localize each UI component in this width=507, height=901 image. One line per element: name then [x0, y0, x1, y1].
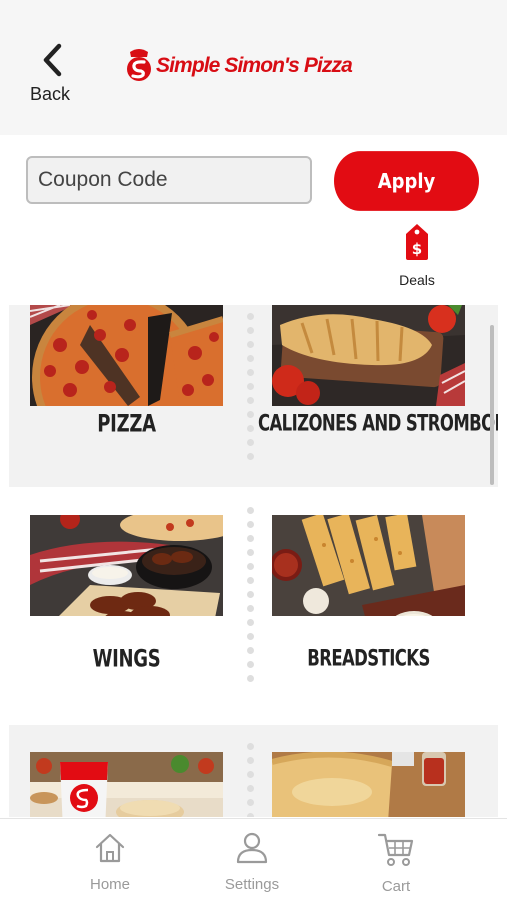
pizza-photo: [30, 305, 223, 406]
tab-cart-label: Cart: [381, 878, 411, 895]
simple-simon-logo-icon: [127, 49, 151, 81]
column-divider: [245, 507, 255, 689]
tab-home-label: Home: [89, 876, 130, 893]
deals-button[interactable]: $ Deals: [392, 222, 442, 296]
price-tag-icon: $: [406, 224, 428, 260]
column-divider: [245, 313, 255, 467]
scrollbar[interactable]: [490, 325, 494, 485]
svg-text:$: $: [412, 240, 422, 258]
bottom-tab-bar: Home Settings Cart: [0, 818, 507, 901]
tab-home[interactable]: Home: [60, 831, 160, 893]
category-grid: PIZZA CALIZONES AND STROMBOLI WINGS BREA…: [9, 305, 498, 817]
apply-coupon-button[interactable]: Apply: [334, 151, 479, 211]
tab-settings-label: Settings: [224, 876, 280, 893]
user-icon: [236, 832, 268, 864]
category-label: BREADSTICKS: [307, 645, 430, 671]
wings-photo: [30, 515, 223, 616]
brand-logo: Simple Simon's Pizza: [124, 46, 353, 86]
tab-settings[interactable]: Settings: [202, 831, 302, 893]
chevron-left-icon: [43, 43, 62, 77]
home-icon: [95, 833, 125, 863]
coupon-code-input[interactable]: [26, 156, 312, 204]
deals-label: Deals: [399, 272, 435, 288]
specialty-photo: [272, 752, 465, 817]
brand-name: Simple Simon's Pizza: [156, 54, 353, 77]
column-divider: [245, 743, 255, 817]
back-label: Back: [30, 84, 71, 104]
cart-icon: [377, 833, 414, 866]
category-label: PIZZA: [97, 410, 156, 439]
tab-cart[interactable]: Cart: [346, 831, 446, 895]
app-header: Back Simple Simon's Pizza: [0, 0, 507, 135]
category-label: CALIZONES AND STROMBOLI: [258, 410, 498, 436]
category-label: WINGS: [92, 645, 161, 674]
drinks-photo: [30, 752, 223, 817]
calzone-photo: [272, 305, 465, 406]
breadsticks-photo: [272, 515, 465, 616]
back-button[interactable]: Back: [22, 38, 84, 110]
